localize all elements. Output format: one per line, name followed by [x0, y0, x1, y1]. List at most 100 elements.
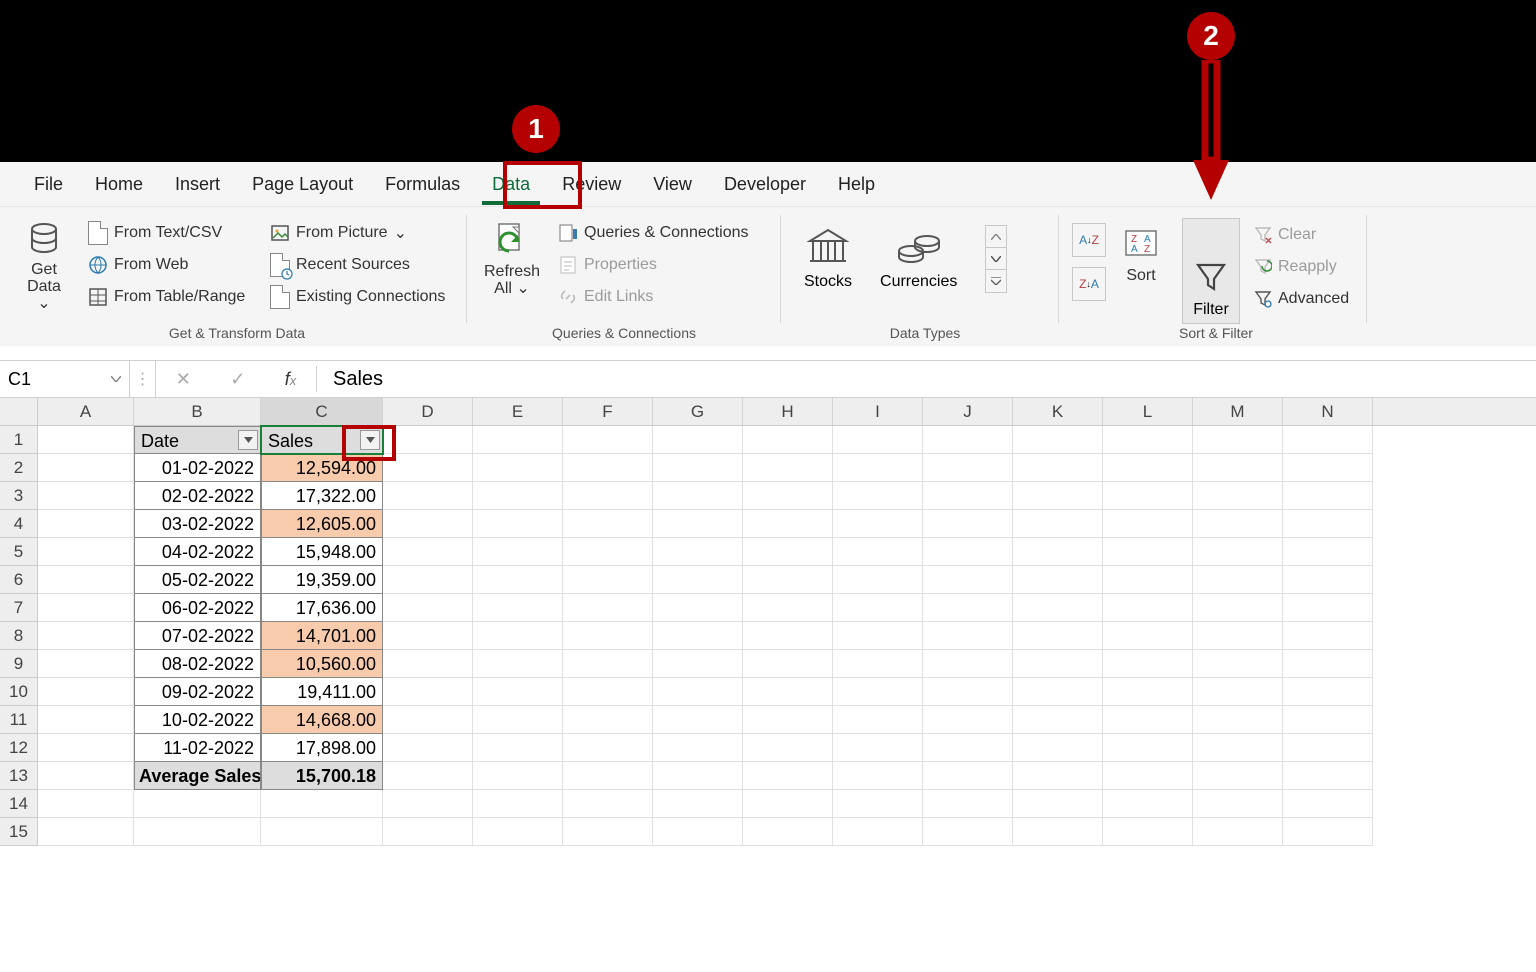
col-header-K[interactable]: K — [1013, 398, 1103, 425]
cell[interactable] — [473, 454, 563, 482]
cell[interactable] — [1103, 510, 1193, 538]
col-header-J[interactable]: J — [923, 398, 1013, 425]
cell[interactable] — [383, 706, 473, 734]
cell[interactable] — [923, 706, 1013, 734]
cell[interactable] — [1103, 706, 1193, 734]
cell[interactable] — [1103, 734, 1193, 762]
row-header[interactable]: 15 — [0, 818, 38, 846]
row-header[interactable]: 9 — [0, 650, 38, 678]
cell[interactable] — [653, 650, 743, 678]
recent-sources-button[interactable]: Recent Sources — [264, 249, 451, 281]
cell[interactable] — [743, 622, 833, 650]
cell[interactable] — [833, 622, 923, 650]
cell[interactable] — [1193, 650, 1283, 678]
cell[interactable] — [473, 426, 563, 454]
cell[interactable] — [743, 454, 833, 482]
cell[interactable] — [923, 762, 1013, 790]
tab-view[interactable]: View — [637, 166, 708, 203]
cell[interactable] — [833, 818, 923, 846]
col-header-M[interactable]: M — [1193, 398, 1283, 425]
cell[interactable] — [1103, 678, 1193, 706]
cell[interactable] — [383, 454, 473, 482]
cell-sales[interactable]: 19,411.00 — [261, 678, 383, 706]
cell[interactable] — [38, 818, 134, 846]
cell[interactable] — [1103, 482, 1193, 510]
cell[interactable] — [1193, 510, 1283, 538]
cell[interactable] — [923, 622, 1013, 650]
col-header-L[interactable]: L — [1103, 398, 1193, 425]
cell[interactable] — [261, 818, 383, 846]
cell[interactable] — [473, 706, 563, 734]
cell-date[interactable]: 01-02-2022 — [134, 454, 261, 482]
tab-insert[interactable]: Insert — [159, 166, 236, 203]
cell[interactable] — [134, 818, 261, 846]
row-header[interactable]: 7 — [0, 594, 38, 622]
cell[interactable] — [473, 594, 563, 622]
cell-date[interactable]: 11-02-2022 — [134, 734, 261, 762]
cell[interactable] — [38, 566, 134, 594]
queries-connections-button[interactable]: Queries & Connections — [552, 217, 755, 249]
cell[interactable] — [743, 566, 833, 594]
cell[interactable] — [1013, 818, 1103, 846]
col-header-N[interactable]: N — [1283, 398, 1373, 425]
cell[interactable] — [1103, 762, 1193, 790]
cell[interactable] — [1013, 510, 1103, 538]
cell-date[interactable]: 08-02-2022 — [134, 650, 261, 678]
cell[interactable] — [743, 482, 833, 510]
cell[interactable] — [134, 790, 261, 818]
cell[interactable] — [1103, 622, 1193, 650]
cell[interactable] — [653, 426, 743, 454]
cell[interactable] — [1283, 622, 1373, 650]
cell-date[interactable]: 03-02-2022 — [134, 510, 261, 538]
cell[interactable] — [653, 594, 743, 622]
cell[interactable] — [1013, 454, 1103, 482]
cell[interactable] — [653, 538, 743, 566]
col-header-G[interactable]: G — [653, 398, 743, 425]
cell-date[interactable]: 10-02-2022 — [134, 706, 261, 734]
table-header-date[interactable]: Date — [134, 426, 261, 454]
cell-sales[interactable]: 14,701.00 — [261, 622, 383, 650]
cell[interactable] — [653, 706, 743, 734]
cell[interactable] — [833, 566, 923, 594]
col-header-D[interactable]: D — [383, 398, 473, 425]
cell[interactable] — [833, 454, 923, 482]
cell[interactable] — [38, 706, 134, 734]
cell[interactable] — [833, 538, 923, 566]
existing-connections-button[interactable]: Existing Connections — [264, 281, 451, 313]
cell[interactable] — [833, 734, 923, 762]
col-header-B[interactable]: B — [134, 398, 261, 425]
cell[interactable] — [1283, 650, 1373, 678]
cell[interactable] — [1013, 426, 1103, 454]
cell-sales[interactable]: 15,948.00 — [261, 538, 383, 566]
cell[interactable] — [38, 426, 134, 454]
cell[interactable] — [563, 538, 653, 566]
cell[interactable] — [383, 818, 473, 846]
cell[interactable] — [383, 510, 473, 538]
cell[interactable] — [1013, 734, 1103, 762]
cell[interactable] — [38, 790, 134, 818]
cell[interactable] — [38, 538, 134, 566]
spreadsheet-grid[interactable]: A B C D E F G H I J K L M N 1DateSales20… — [0, 398, 1536, 846]
cell[interactable] — [563, 790, 653, 818]
cell[interactable] — [1103, 790, 1193, 818]
cell[interactable] — [1013, 594, 1103, 622]
cell[interactable] — [383, 762, 473, 790]
cell[interactable] — [833, 510, 923, 538]
cell-sales[interactable]: 17,322.00 — [261, 482, 383, 510]
cell[interactable] — [383, 790, 473, 818]
cell[interactable] — [563, 734, 653, 762]
cell[interactable] — [383, 566, 473, 594]
cell[interactable] — [833, 650, 923, 678]
cell[interactable] — [473, 538, 563, 566]
cell[interactable] — [1283, 538, 1373, 566]
cell[interactable] — [743, 790, 833, 818]
cell[interactable] — [923, 538, 1013, 566]
cell[interactable] — [1103, 594, 1193, 622]
cell[interactable] — [743, 818, 833, 846]
cell[interactable] — [38, 594, 134, 622]
cell[interactable] — [1013, 566, 1103, 594]
cell[interactable] — [923, 426, 1013, 454]
cell[interactable] — [38, 510, 134, 538]
cell[interactable] — [38, 482, 134, 510]
cell[interactable] — [1103, 650, 1193, 678]
